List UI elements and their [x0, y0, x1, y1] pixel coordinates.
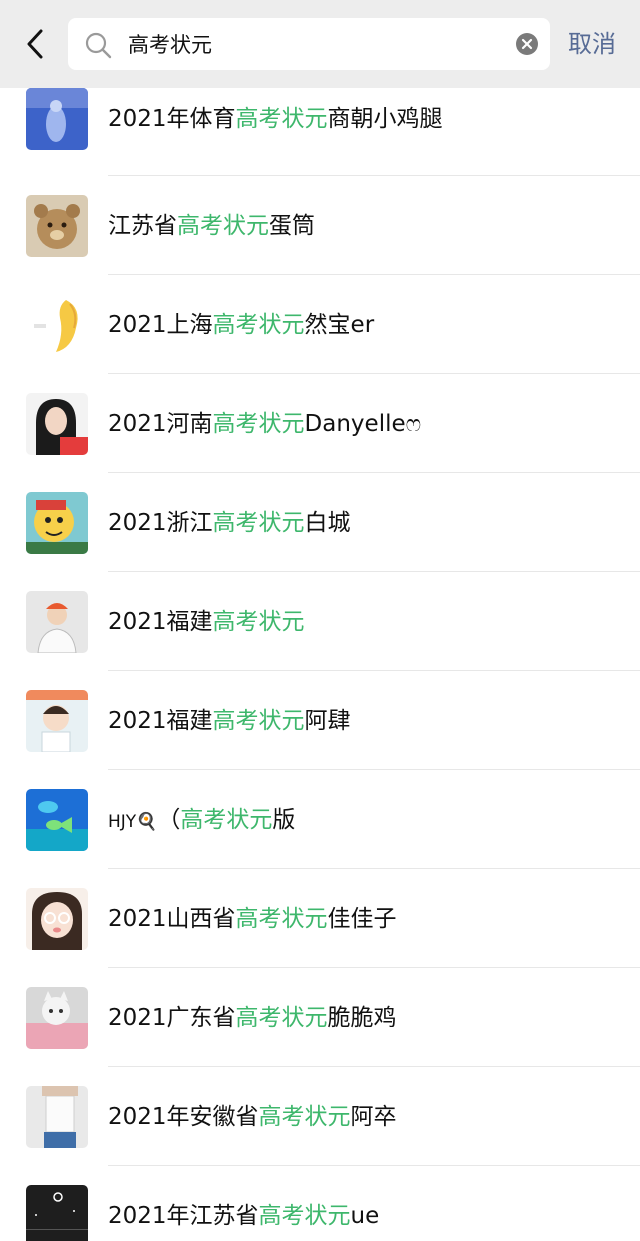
row-divider — [108, 670, 640, 671]
search-results-list: 2021年体育高考状元商朝小鸡腿 江苏省高考状元蛋筒 2021上海高考状元然宝er 2… — [0, 88, 640, 1241]
search-icon — [85, 32, 112, 59]
row-divider — [108, 571, 640, 572]
search-result-item[interactable]: 2021广东省高考状元脆脆鸡 — [0, 979, 640, 1078]
row-divider — [108, 472, 640, 473]
row-divider — [108, 175, 640, 176]
result-name-prefix: 2021福建 — [108, 609, 213, 635]
result-name: 2021上海高考状元然宝er — [108, 306, 374, 344]
result-name-prefix: 2021广东省 — [108, 1005, 236, 1031]
result-name: 2021年江苏省高考状元ue — [108, 1197, 379, 1235]
result-name-prefix: 2021河南 — [108, 411, 213, 437]
clear-icon[interactable] — [516, 33, 538, 55]
result-name: 2021浙江高考状元白城 — [108, 504, 351, 542]
result-name-suffix: 脆脆鸡 — [327, 1005, 397, 1031]
result-name: 2021山西省高考状元佳佳子 — [108, 900, 397, 938]
result-keyword-highlight: 高考状元 — [212, 609, 305, 635]
result-keyword-highlight: 高考状元 — [212, 510, 305, 536]
search-result-item[interactable]: 2021河南高考状元Danyelleෆ — [0, 385, 640, 484]
result-name-prefix: 江苏省 — [108, 213, 177, 239]
search-header: 取消 — [0, 0, 640, 88]
row-divider — [108, 274, 640, 275]
result-name-prefix: 2021年江苏省 — [108, 1203, 259, 1229]
result-keyword-highlight: 高考状元 — [212, 708, 305, 734]
girl-glasses-avatar — [26, 888, 88, 950]
result-keyword-highlight: 高考状元 — [212, 312, 305, 338]
result-name-prefix: 2021年体育 — [108, 106, 236, 132]
result-name-suffix: Danyelleෆ — [304, 411, 422, 437]
back-button[interactable] — [18, 24, 52, 64]
row-divider — [108, 868, 640, 869]
cat-avatar — [26, 987, 88, 1049]
result-name-prefix: 2021浙江 — [108, 510, 213, 536]
row-divider — [108, 967, 640, 968]
bear-avatar — [26, 195, 88, 257]
result-name-prefix: 2021年安徽省 — [108, 1104, 259, 1130]
baby-avatar — [26, 690, 88, 752]
result-name-suffix: 白城 — [304, 510, 351, 536]
result-name-prefix: 2021上海 — [108, 312, 213, 338]
chevron-left-icon — [27, 29, 43, 59]
result-keyword-highlight: 高考状元 — [212, 411, 305, 437]
dark-sky-avatar — [26, 1185, 88, 1241]
search-result-item[interactable]: 江苏省高考状元蛋筒 — [0, 187, 640, 286]
search-result-item[interactable]: HJY🍳（高考状元版 — [0, 781, 640, 880]
result-name-suffix: 蛋筒 — [269, 213, 315, 239]
search-result-item[interactable]: 2021山西省高考状元佳佳子 — [0, 880, 640, 979]
search-box[interactable] — [68, 18, 550, 70]
yellow-sketch-avatar — [26, 294, 88, 356]
result-keyword-highlight: 高考状元 — [177, 213, 269, 239]
row-divider — [108, 769, 640, 770]
blue-fish-avatar — [26, 789, 88, 851]
search-input[interactable] — [128, 26, 508, 62]
cartoon-character-avatar — [26, 492, 88, 554]
result-name-suffix: 佳佳子 — [327, 906, 397, 932]
search-result-item[interactable]: 2021上海高考状元然宝er — [0, 286, 640, 385]
result-keyword-highlight: 高考状元 — [180, 807, 273, 833]
result-name-prefix: 2021山西省 — [108, 906, 236, 932]
search-result-item[interactable]: 2021年体育高考状元商朝小鸡腿 — [0, 88, 640, 187]
result-name-paren: （ — [157, 807, 181, 833]
cancel-button[interactable]: 取消 — [568, 26, 616, 62]
result-name: 2021年安徽省高考状元阿卒 — [108, 1098, 397, 1136]
result-keyword-highlight: 高考状元 — [258, 1203, 351, 1229]
result-name-suffix: 阿卒 — [350, 1104, 397, 1130]
search-result-item[interactable]: 2021年安徽省高考状元阿卒 — [0, 1078, 640, 1177]
result-name-prefix: 2021福建 — [108, 708, 213, 734]
person-cap-avatar — [26, 591, 88, 653]
result-keyword-highlight: 高考状元 — [235, 1005, 328, 1031]
result-keyword-highlight: 高考状元 — [235, 106, 328, 132]
result-name: 2021福建高考状元 — [108, 603, 305, 641]
row-divider — [108, 1165, 640, 1166]
row-divider — [108, 373, 640, 374]
search-result-item[interactable]: 2021福建高考状元 — [0, 583, 640, 682]
result-name-suffix: ue — [350, 1203, 380, 1229]
search-result-item[interactable]: 2021福建高考状元阿肆 — [0, 682, 640, 781]
result-name: 2021福建高考状元阿肆 — [108, 702, 351, 740]
result-name: HJY🍳（高考状元版 — [108, 801, 295, 839]
result-name-suffix: 版 — [272, 807, 296, 833]
result-keyword-highlight: 高考状元 — [235, 906, 328, 932]
result-name: 2021年体育高考状元商朝小鸡腿 — [108, 100, 443, 138]
row-divider — [108, 1066, 640, 1067]
blue-silhouette-avatar — [26, 88, 88, 150]
search-result-item[interactable]: 2021年江苏省高考状元ue — [0, 1177, 640, 1241]
result-name-prefix: HJY🍳 — [108, 812, 158, 832]
result-name: 2021河南高考状元Danyelleෆ — [108, 405, 421, 443]
result-name-suffix: 商朝小鸡腿 — [327, 106, 443, 132]
result-name-suffix: 然宝er — [304, 312, 375, 338]
result-name-suffix: 阿肆 — [304, 708, 351, 734]
white-shirt-avatar — [26, 1086, 88, 1148]
girl-red-shirt-avatar — [26, 393, 88, 455]
result-name: 江苏省高考状元蛋筒 — [108, 207, 315, 245]
search-result-item[interactable]: 2021浙江高考状元白城 — [0, 484, 640, 583]
result-name: 2021广东省高考状元脆脆鸡 — [108, 999, 397, 1037]
result-keyword-highlight: 高考状元 — [258, 1104, 351, 1130]
